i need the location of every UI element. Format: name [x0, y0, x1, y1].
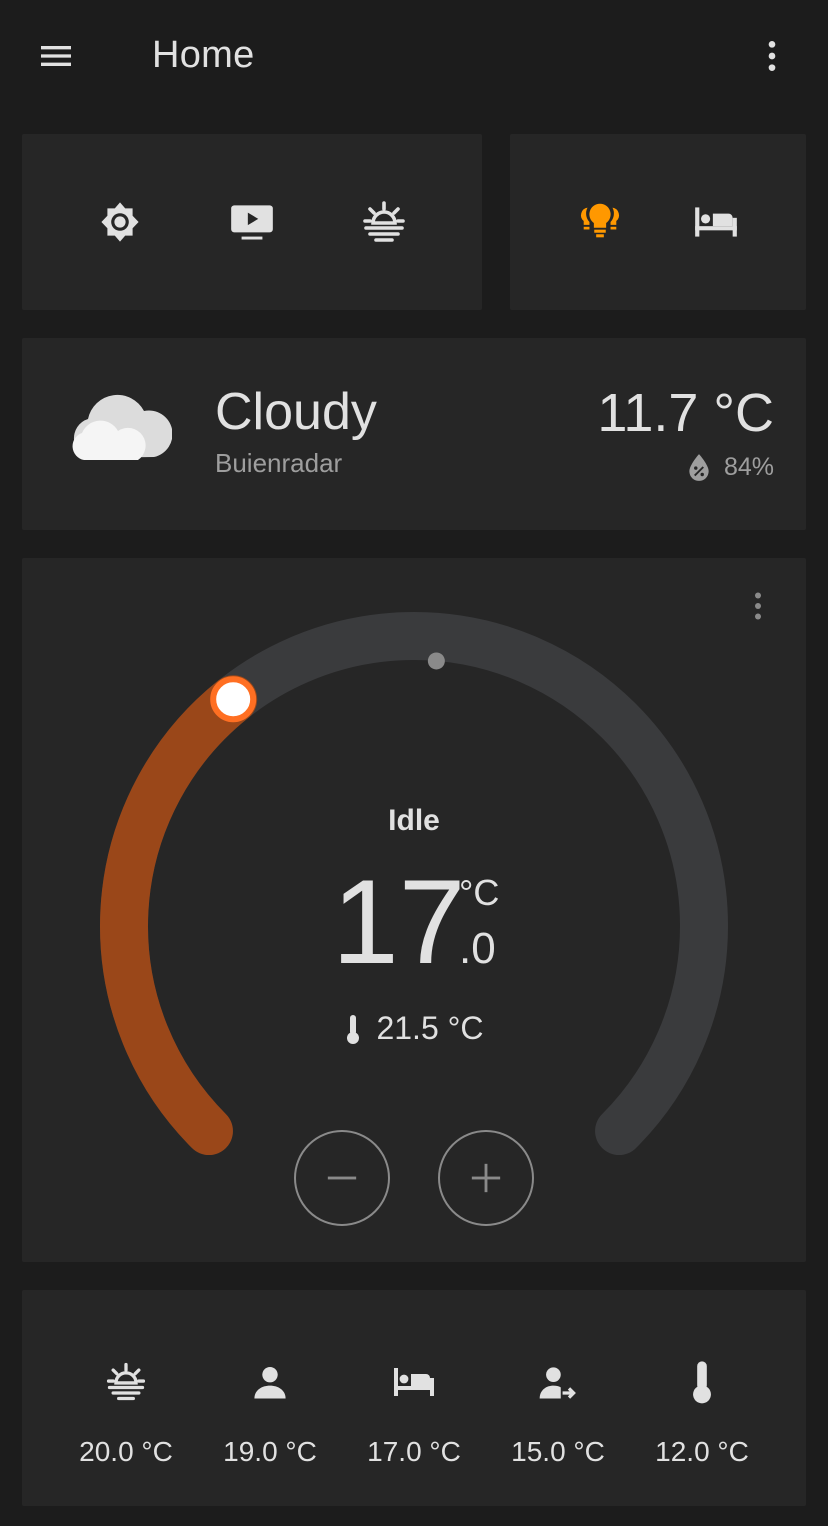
target-temperature-decimal: .0	[459, 924, 496, 973]
minus-icon	[327, 1176, 357, 1180]
target-temperature-handle[interactable]	[210, 676, 257, 723]
current-temperature: 21.5 °C	[0, 1010, 828, 1047]
current-temperature-marker	[427, 652, 445, 670]
account-icon	[254, 1366, 286, 1399]
preset-label: 15.0 °C	[511, 1436, 605, 1467]
preset-label: 20.0 °C	[79, 1436, 173, 1467]
decrease-temperature-button[interactable]	[294, 1130, 390, 1226]
preset-home[interactable]: 19.0 °C	[198, 1340, 342, 1480]
preset-label: 19.0 °C	[223, 1436, 317, 1467]
weather-sunset-icon	[106, 1362, 146, 1401]
preset-label: 12.0 °C	[655, 1436, 749, 1467]
increase-temperature-button[interactable]	[438, 1130, 534, 1226]
account-arrow-right-icon	[539, 1367, 576, 1399]
current-temperature-value: 21.5 °C	[376, 1010, 484, 1046]
preset-label: 17.0 °C	[367, 1436, 461, 1467]
bed-icon	[394, 1368, 434, 1396]
dial-active-arc	[100, 675, 258, 1156]
preset-frost[interactable]: 12.0 °C	[630, 1340, 774, 1480]
preset-sleep[interactable]: 17.0 °C	[342, 1340, 486, 1480]
target-temperature-integer: 17	[332, 855, 466, 989]
hvac-action: Idle	[388, 804, 440, 837]
thermometer-icon	[347, 1014, 360, 1044]
plus-icon	[471, 1163, 501, 1193]
preset-sunset[interactable]: 20.0 °C	[54, 1340, 198, 1480]
preset-away[interactable]: 15.0 °C	[486, 1340, 630, 1480]
thermometer-icon	[693, 1361, 711, 1404]
target-temperature-unit: °C	[459, 872, 500, 913]
